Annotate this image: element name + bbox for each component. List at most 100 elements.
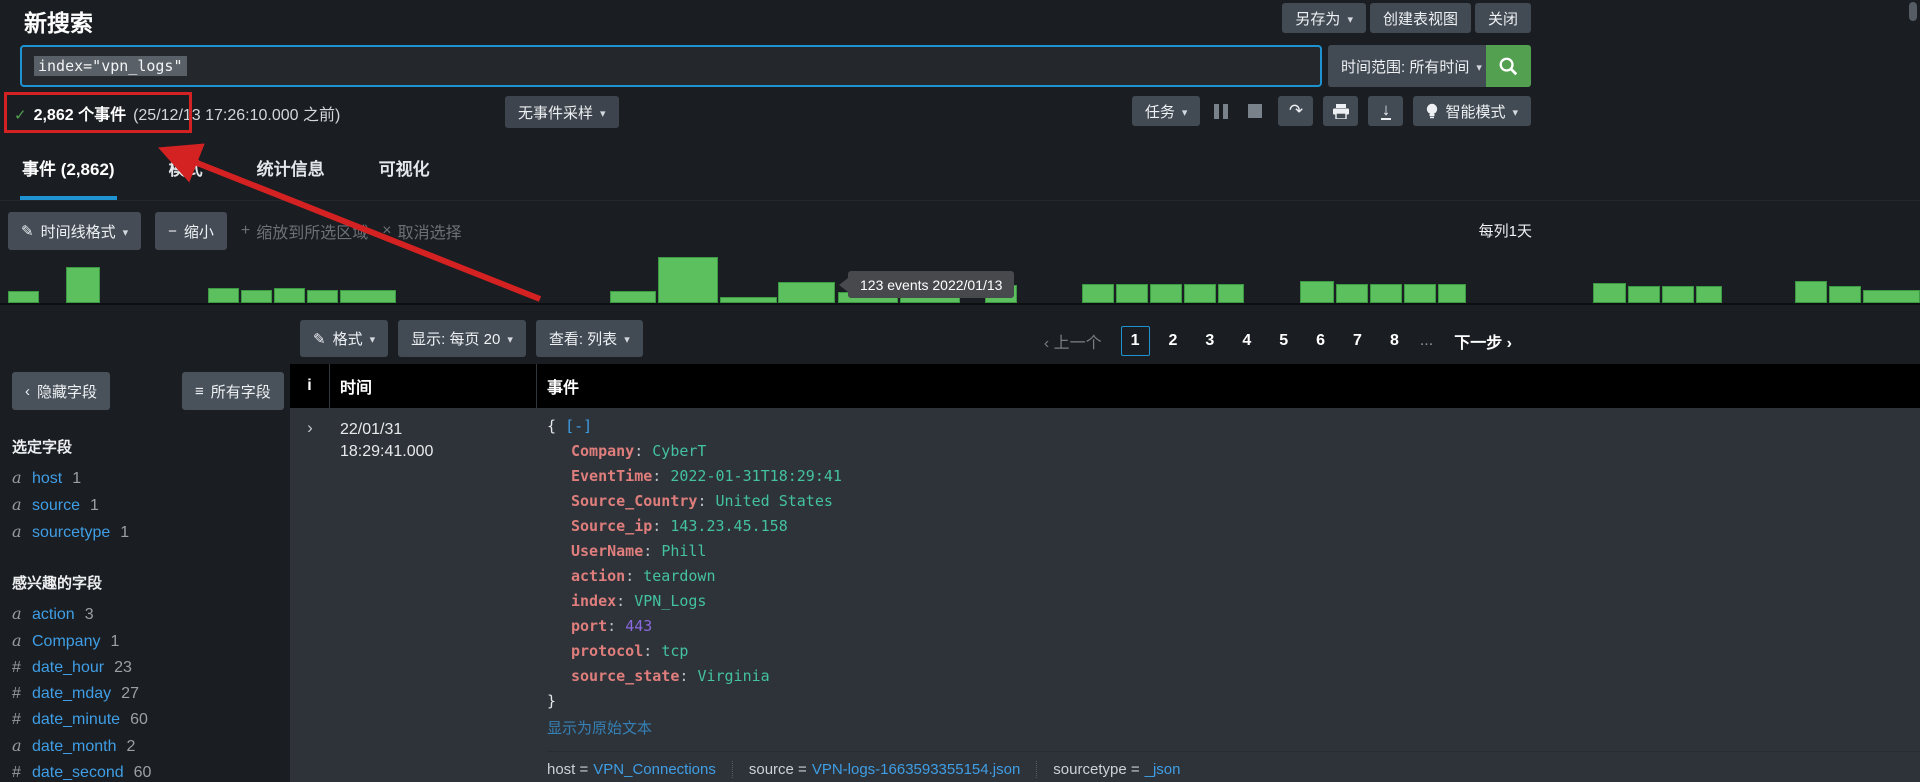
histogram-bar[interactable] xyxy=(1150,284,1182,303)
histogram-bar[interactable] xyxy=(66,267,100,303)
histogram-bar[interactable] xyxy=(1370,284,1402,303)
json-key[interactable]: port xyxy=(571,617,607,635)
events-histogram[interactable]: 123 events 2022/01/13 xyxy=(0,255,1920,305)
json-key[interactable]: action xyxy=(571,567,625,585)
json-value[interactable]: teardown xyxy=(643,567,715,585)
share-button[interactable]: ↷ xyxy=(1278,96,1314,126)
smart-mode-button[interactable]: 智能模式 ▾ xyxy=(1413,96,1531,126)
tab-visualization[interactable]: 可视化 xyxy=(377,155,432,200)
page-8[interactable]: 8 xyxy=(1381,327,1408,355)
meta-value-link[interactable]: _json xyxy=(1145,761,1181,778)
create-table-view-button[interactable]: 创建表视图 xyxy=(1369,3,1471,33)
histogram-bar[interactable] xyxy=(658,257,718,303)
stop-icon[interactable] xyxy=(1248,104,1263,118)
field-item-date_minute[interactable]: # date_minute 60 xyxy=(12,707,290,733)
histogram-bar[interactable] xyxy=(208,288,239,303)
histogram-bar[interactable] xyxy=(241,290,272,303)
histogram-bar[interactable] xyxy=(1593,283,1626,303)
show-raw-text-link[interactable]: 显示为原始文本 xyxy=(547,717,652,738)
json-value[interactable]: VPN_Logs xyxy=(634,592,706,610)
histogram-bar[interactable] xyxy=(1863,290,1920,303)
json-key[interactable]: protocol xyxy=(571,642,643,660)
all-fields-button[interactable]: ≡ 所有字段 xyxy=(182,372,284,410)
scrollbar-thumb[interactable] xyxy=(1909,2,1917,21)
histogram-bar[interactable] xyxy=(1404,284,1436,303)
histogram-bar[interactable] xyxy=(340,290,396,303)
histogram-bar[interactable] xyxy=(1438,284,1466,303)
histogram-bar[interactable] xyxy=(1662,286,1694,303)
page-6[interactable]: 6 xyxy=(1307,327,1334,355)
pause-icon[interactable] xyxy=(1214,103,1229,119)
histogram-bar[interactable] xyxy=(610,291,656,303)
meta-value-link[interactable]: VPN_Connections xyxy=(593,761,716,778)
collapse-json-link[interactable]: [-] xyxy=(565,417,592,435)
view-mode-button[interactable]: 查看: 列表 ▾ xyxy=(535,320,643,357)
page-1[interactable]: 1 xyxy=(1120,326,1150,356)
next-page-button[interactable]: 下一步 › xyxy=(1454,329,1512,353)
histogram-bar[interactable] xyxy=(1696,286,1722,303)
histogram-bar[interactable] xyxy=(1300,281,1334,303)
tab-patterns[interactable]: 模式 xyxy=(167,155,205,200)
zoom-to-selection-link[interactable]: + 缩放到所选区域 xyxy=(241,219,368,243)
tab-events[interactable]: 事件 (2,862) xyxy=(20,155,117,200)
job-button[interactable]: 任务 ▾ xyxy=(1131,96,1201,126)
search-input[interactable]: index="vpn_logs" xyxy=(20,45,1322,87)
histogram-bar[interactable] xyxy=(1829,286,1861,303)
json-value[interactable]: 2022-01-31T18:29:41 xyxy=(670,467,842,485)
field-item-host[interactable]: a host 1 xyxy=(12,465,290,492)
histogram-bar[interactable] xyxy=(1336,284,1368,303)
histogram-bar[interactable] xyxy=(8,291,39,303)
field-item-date_month[interactable]: a date_month 2 xyxy=(12,733,290,760)
hide-fields-button[interactable]: ‹ 隐藏字段 xyxy=(12,372,111,410)
json-value[interactable]: 443 xyxy=(625,617,652,635)
close-button[interactable]: 关闭 xyxy=(1474,3,1531,33)
json-value[interactable]: CyberT xyxy=(652,442,706,460)
json-key[interactable]: UserName xyxy=(571,542,643,560)
page-3[interactable]: 3 xyxy=(1196,327,1223,355)
field-item-date_mday[interactable]: # date_mday 27 xyxy=(12,681,290,707)
export-button[interactable]: ↓ xyxy=(1368,96,1404,126)
per-page-button[interactable]: 显示: 每页 20 ▾ xyxy=(398,320,526,357)
time-range-button[interactable]: 时间范围: 所有时间 ▾ xyxy=(1328,45,1495,87)
json-value[interactable]: Phill xyxy=(661,542,706,560)
histogram-bar[interactable] xyxy=(1082,284,1114,303)
page-5[interactable]: 5 xyxy=(1270,327,1297,355)
histogram-bar[interactable] xyxy=(778,282,835,303)
format-button[interactable]: ✎ 格式 ▾ xyxy=(300,320,389,357)
page-7[interactable]: 7 xyxy=(1344,327,1371,355)
tab-statistics[interactable]: 统计信息 xyxy=(255,155,327,200)
field-item-date_second[interactable]: # date_second 60 xyxy=(12,760,290,782)
histogram-bar[interactable] xyxy=(1218,284,1244,303)
histogram-bar[interactable] xyxy=(1116,284,1148,303)
histogram-bar[interactable] xyxy=(1795,281,1827,303)
expand-event-chevron[interactable]: › xyxy=(290,408,330,782)
json-value[interactable]: Virginia xyxy=(697,667,769,685)
zoom-out-button[interactable]: − 缩小 xyxy=(155,212,227,250)
json-value[interactable]: United States xyxy=(716,492,833,510)
json-key[interactable]: Source_ip xyxy=(571,517,652,535)
json-value[interactable]: 143.23.45.158 xyxy=(670,517,787,535)
print-button[interactable] xyxy=(1323,96,1359,126)
field-item-source[interactable]: a source 1 xyxy=(12,492,290,519)
histogram-bar[interactable] xyxy=(1628,286,1660,303)
save-as-button[interactable]: 另存为 ▾ xyxy=(1282,3,1366,33)
search-button[interactable] xyxy=(1486,45,1531,87)
json-key[interactable]: index xyxy=(571,592,616,610)
histogram-bar[interactable] xyxy=(307,290,338,303)
page-2[interactable]: 2 xyxy=(1160,327,1187,355)
json-value[interactable]: tcp xyxy=(661,642,688,660)
timeline-format-button[interactable]: ✎ 时间线格式 ▾ xyxy=(8,212,142,250)
deselect-link[interactable]: × 取消选择 xyxy=(382,219,461,243)
json-key[interactable]: source_state xyxy=(571,667,679,685)
histogram-bar[interactable] xyxy=(1184,284,1216,303)
field-item-action[interactable]: a action 3 xyxy=(12,601,290,628)
histogram-bar[interactable] xyxy=(274,288,305,303)
page-4[interactable]: 4 xyxy=(1233,327,1260,355)
prev-page-button[interactable]: ‹ 上一个 xyxy=(1044,329,1102,353)
json-key[interactable]: Company xyxy=(571,442,634,460)
event-sampling-button[interactable]: 无事件采样 ▾ xyxy=(505,96,619,128)
field-item-sourcetype[interactable]: a sourcetype 1 xyxy=(12,519,290,546)
histogram-bar[interactable] xyxy=(720,297,777,303)
field-item-date_hour[interactable]: # date_hour 23 xyxy=(12,655,290,681)
meta-value-link[interactable]: VPN-logs-1663593355154.json xyxy=(812,761,1020,778)
